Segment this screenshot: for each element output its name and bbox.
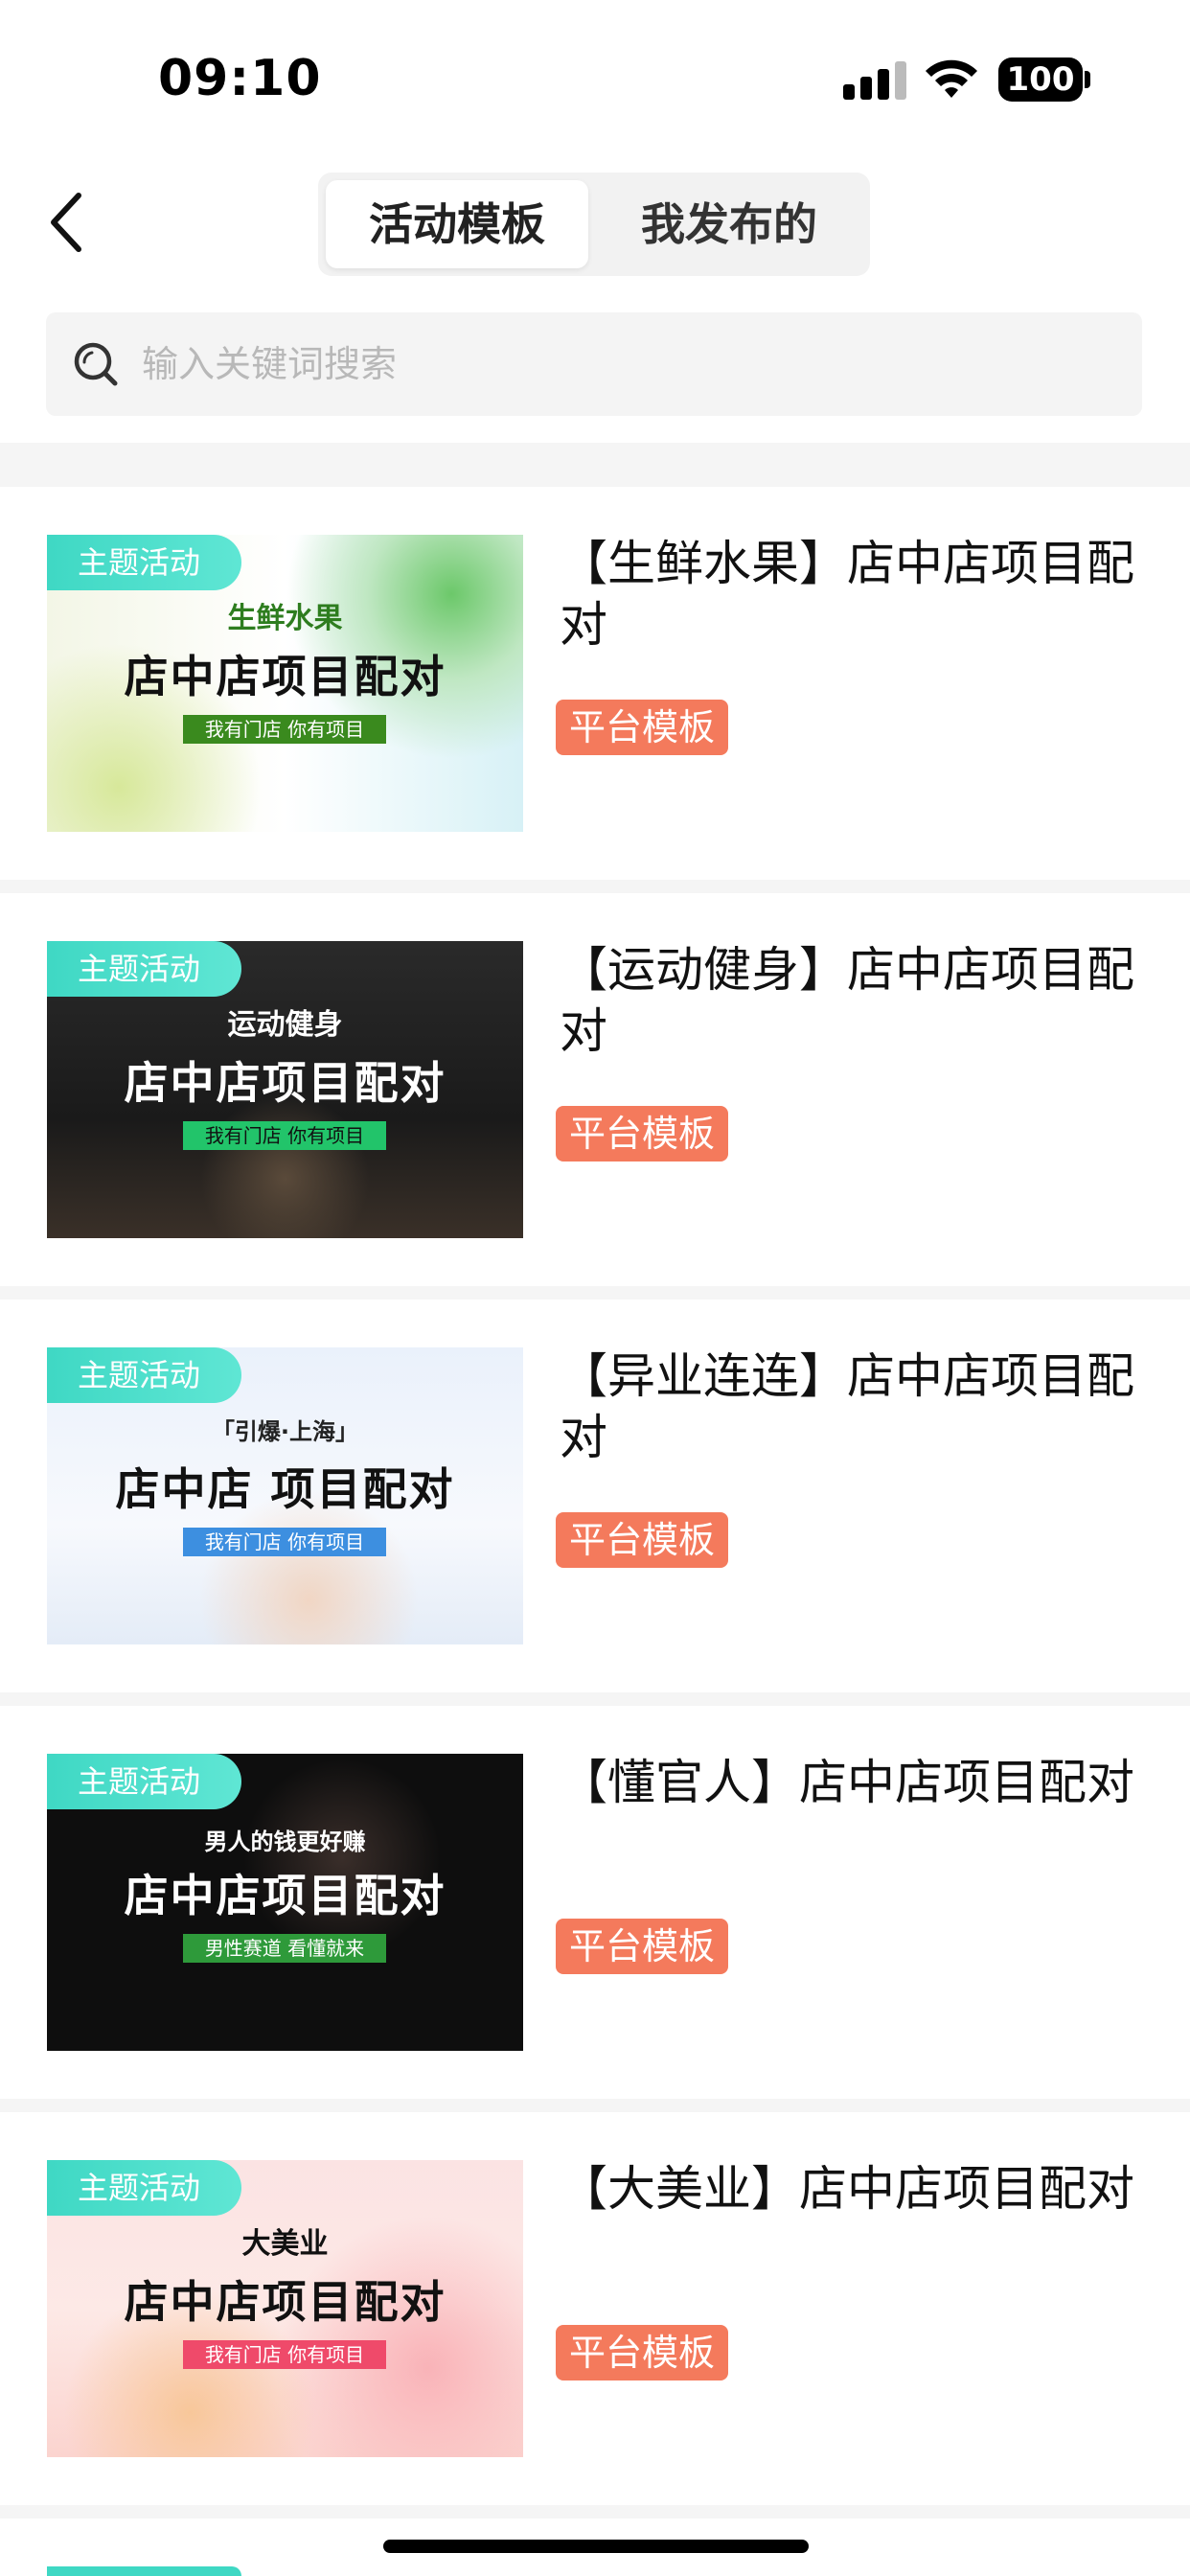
status-time: 09:10 (158, 50, 322, 107)
template-thumbnail: 主题活动 「引爆·上海」 店中店 项目配对 我有门店 你有项目 (47, 1347, 523, 1644)
thumbnail-subtitle: 大美业 (241, 2227, 329, 2261)
thumbnail-headline: 店中店项目配对 (124, 651, 446, 702)
theme-badge: 主题活动 (47, 1754, 241, 1809)
battery-tip (1085, 71, 1090, 88)
battery-icon: 100 (998, 58, 1083, 102)
divider (0, 2099, 1190, 2112)
card-title: 【运动健身】店中店项目配对 (560, 942, 1134, 1059)
status-bar: 09:10 100 (0, 0, 1190, 144)
card-title: 【懂官人】店中店项目配对 (560, 1755, 1134, 1810)
template-card[interactable]: 主题活动 「引爆·上海」 店中店 项目配对 我有门店 你有项目 【异业连连】店中… (0, 1300, 1190, 1692)
thumbnail-pill: 我有门店 你有项目 (183, 1528, 386, 1556)
template-card[interactable]: 主题活动 生鲜水果 店中店项目配对 我有门店 你有项目 【生鲜水果】店中店项目配… (0, 487, 1190, 880)
template-card[interactable]: 主题活动 大美业 店中店项目配对 我有门店 你有项目 【大美业】店中店项目配对 … (0, 2112, 1190, 2505)
template-card[interactable]: 主题活动 运动健身 店中店项目配对 我有门店 你有项目 【运动健身】店中店项目配… (0, 893, 1190, 1286)
divider (0, 443, 1190, 487)
home-indicator (383, 2540, 809, 2553)
thumbnail-subtitle: 男人的钱更好赚 (204, 1828, 366, 1855)
thumbnail-headline: 店中店 项目配对 (115, 1463, 455, 1515)
platform-template-tag: 平台模板 (556, 700, 728, 755)
theme-badge: 主题活动 (47, 941, 241, 997)
divider (0, 880, 1190, 893)
template-list-page: 09:10 100 活动模板 我发布的 输入关键词搜索 主题活动 生鲜水果 店中… (0, 0, 1190, 2576)
thumbnail-subtitle: 「引爆·上海」 (211, 1418, 359, 1445)
divider (0, 2505, 1190, 2518)
thumbnail-pill: 我有门店 你有项目 (183, 2340, 386, 2369)
thumbnail-subtitle: 生鲜水果 (227, 602, 343, 635)
thumbnail-headline: 店中店项目配对 (124, 1057, 446, 1109)
thumbnail-pill: 男性赛道 看懂就来 (183, 1934, 386, 1963)
template-thumbnail: 主题活动 男人的钱更好赚 店中店项目配对 男性赛道 看懂就来 (47, 1754, 523, 2051)
cellular-signal-icon (843, 59, 910, 100)
search-bar (46, 312, 1142, 416)
card-title: 【异业连连】店中店项目配对 (560, 1348, 1134, 1465)
platform-template-tag: 平台模板 (556, 1106, 728, 1162)
search-icon (74, 342, 118, 386)
thumbnail-headline: 店中店项目配对 (124, 1870, 446, 1921)
card-title: 【大美业】店中店项目配对 (560, 2161, 1134, 2217)
theme-badge: 主题活动 (47, 1347, 241, 1403)
thumbnail-headline: 店中店项目配对 (124, 2276, 446, 2328)
theme-badge-partial (47, 2566, 241, 2576)
platform-template-tag: 平台模板 (556, 1512, 728, 1568)
thumbnail-subtitle: 运动健身 (227, 1008, 343, 1042)
template-thumbnail: 主题活动 大美业 店中店项目配对 我有门店 你有项目 (47, 2160, 523, 2457)
platform-template-tag: 平台模板 (556, 1919, 728, 1974)
divider (0, 1692, 1190, 1706)
thumbnail-pill: 我有门店 你有项目 (183, 1121, 386, 1150)
template-thumbnail: 主题活动 生鲜水果 店中店项目配对 我有门店 你有项目 (47, 535, 523, 832)
divider (0, 1286, 1190, 1300)
tab-my-published[interactable]: 我发布的 (596, 180, 862, 268)
theme-badge: 主题活动 (47, 535, 241, 590)
card-title: 【生鲜水果】店中店项目配对 (560, 536, 1134, 653)
template-thumbnail: 主题活动 运动健身 店中店项目配对 我有门店 你有项目 (47, 941, 523, 1238)
wifi-icon (926, 59, 977, 98)
thumbnail-pill: 我有门店 你有项目 (183, 715, 386, 744)
platform-template-tag: 平台模板 (556, 2325, 728, 2380)
tab-activity-templates[interactable]: 活动模板 (326, 180, 588, 268)
template-card[interactable]: 主题活动 男人的钱更好赚 店中店项目配对 男性赛道 看懂就来 【懂官人】店中店项… (0, 1706, 1190, 2099)
search-input[interactable] (142, 312, 1100, 416)
back-arrow-icon[interactable] (42, 188, 96, 257)
segmented-tabs: 活动模板 我发布的 (318, 172, 870, 276)
theme-badge: 主题活动 (47, 2160, 241, 2216)
